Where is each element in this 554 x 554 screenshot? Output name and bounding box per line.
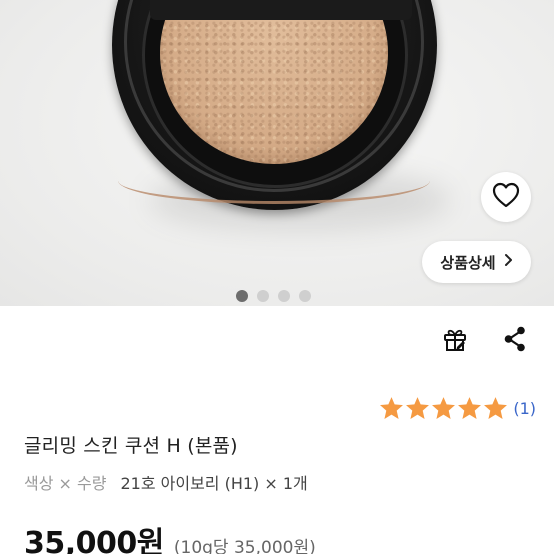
gallery-dot-3[interactable] xyxy=(278,290,290,302)
star-icon xyxy=(457,396,482,420)
gallery-dot-1[interactable] xyxy=(236,290,248,302)
option-label: 색상 × 수량 xyxy=(24,474,107,493)
selected-option: 색상 × 수량 21호 아이보리 (H1) × 1개 xyxy=(24,470,308,494)
gift-button[interactable] xyxy=(440,326,470,356)
product-detail-label: 상품상세 xyxy=(440,253,496,272)
review-rating[interactable]: (1) xyxy=(379,396,536,420)
gallery-dot-2[interactable] xyxy=(257,290,269,302)
compact-lid-edge xyxy=(150,0,412,20)
review-count[interactable]: (1) xyxy=(513,399,536,418)
gallery-pagination xyxy=(236,290,311,302)
product-actions xyxy=(440,326,530,356)
product-detail-button[interactable]: 상품상세 xyxy=(422,241,531,283)
unit-price: (10g당 35,000원) xyxy=(173,538,316,554)
share-icon xyxy=(502,325,528,357)
price-row: 35,000원 (10g당 35,000원) xyxy=(24,518,316,554)
chevron-right-icon xyxy=(504,253,513,271)
star-icon xyxy=(379,396,404,420)
star-icon xyxy=(405,396,430,420)
star-icon xyxy=(483,396,508,420)
star-icon xyxy=(431,396,456,420)
product-price: 35,000원 xyxy=(24,526,164,554)
option-value: 21호 아이보리 (H1) × 1개 xyxy=(120,474,308,493)
product-title: 글리밍 스킨 쿠션 H (본품) xyxy=(24,435,238,457)
heart-outline-icon xyxy=(492,182,520,212)
share-button[interactable] xyxy=(500,326,530,356)
gift-icon xyxy=(441,325,469,357)
wishlist-button[interactable] xyxy=(481,172,531,222)
product-image-gallery[interactable]: 상품상세 xyxy=(0,0,554,306)
gallery-dot-4[interactable] xyxy=(299,290,311,302)
